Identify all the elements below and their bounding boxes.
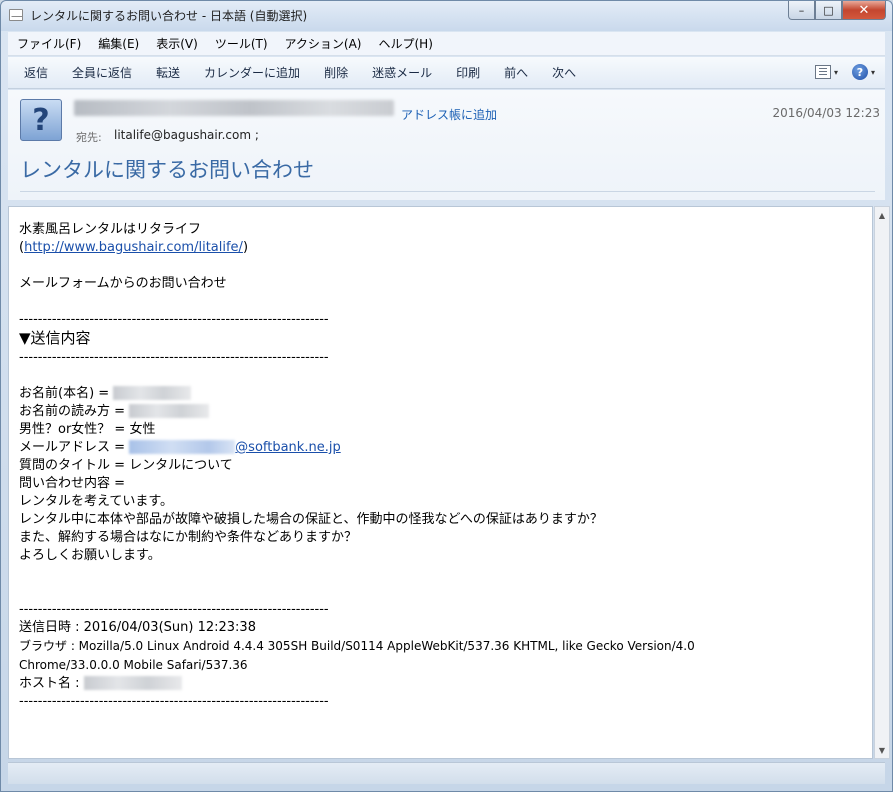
mail-icon: [9, 9, 23, 21]
section-title: ▼送信内容: [19, 329, 91, 347]
scroll-down-icon[interactable]: ▼: [875, 742, 889, 758]
name-redacted: [113, 386, 192, 400]
forward-button[interactable]: 転送: [144, 64, 192, 81]
chevron-down-icon: ▾: [870, 67, 875, 77]
site-link[interactable]: http://www.bagushair.com/litalife/: [24, 240, 243, 255]
title-bar[interactable]: レンタルに関するお問い合わせ - 日本語 (自動選択) – □ ✕: [1, 1, 892, 31]
email-label: メールアドレス =: [19, 440, 130, 455]
toolbar: 返信 全員に返信 転送 カレンダーに追加 削除 迷惑メール 印刷 前へ 次へ ▾…: [8, 57, 885, 89]
inquiry-line-1: レンタルを考えています。: [19, 494, 174, 509]
menu-file[interactable]: ファイル(F): [8, 35, 89, 52]
previous-button[interactable]: 前へ: [492, 64, 540, 81]
print-button[interactable]: 印刷: [444, 64, 492, 81]
scroll-up-icon[interactable]: ▲: [875, 207, 889, 223]
menu-bar: ファイル(F) 編集(E) 表示(V) ツール(T) アクション(A) ヘルプ(…: [8, 32, 885, 56]
email-redacted: [129, 440, 236, 454]
form-line: メールフォームからのお問い合わせ: [19, 276, 227, 291]
message-subject: レンタルに関するお問い合わせ: [20, 158, 314, 182]
message-body-text: 水素風呂レンタルはリタライフ (http://www.bagushair.com…: [19, 222, 695, 709]
browser-line-2: Chrome/33.0.0.0 Mobile Safari/537.36: [19, 658, 248, 672]
print-icon: [814, 65, 831, 79]
help-button[interactable]: ? ▾: [851, 64, 875, 80]
delete-button[interactable]: 削除: [312, 64, 360, 81]
menu-tools[interactable]: ツール(T): [206, 35, 276, 52]
minimize-button[interactable]: –: [788, 1, 815, 20]
header-divider: [20, 191, 875, 192]
menu-edit[interactable]: 編集(E): [89, 35, 147, 52]
window-title: レンタルに関するお問い合わせ - 日本語 (自動選択): [30, 9, 308, 23]
status-bar: [8, 762, 885, 784]
help-icon: ?: [851, 64, 868, 80]
close-button[interactable]: ✕: [842, 1, 886, 20]
add-to-contacts-link[interactable]: アドレス帳に追加: [401, 106, 497, 123]
window-controls: – □ ✕: [788, 1, 886, 21]
inquiry-line-3: また、解約する場合はなにか制約や条件などありますか？: [19, 530, 358, 545]
gender-line: 男性？or女性？ = 女性: [19, 422, 156, 437]
to-label: 宛先:: [76, 131, 102, 144]
add-to-calendar-button[interactable]: カレンダーに追加: [192, 64, 312, 81]
reply-all-button[interactable]: 全員に返信: [60, 64, 144, 81]
menu-actions[interactable]: アクション(A): [276, 35, 370, 52]
reply-button[interactable]: 返信: [8, 64, 60, 81]
question-title: 質問のタイトル = レンタルについて: [19, 458, 233, 473]
mail-window: レンタルに関するお問い合わせ - 日本語 (自動選択) – □ ✕ ファイル(F…: [0, 0, 893, 792]
intro-line: 水素風呂レンタルはリタライフ: [19, 222, 202, 237]
menu-view[interactable]: 表示(V): [147, 35, 206, 52]
junk-button[interactable]: 迷惑メール: [360, 64, 444, 81]
separator: ----------------------------------------…: [19, 312, 329, 327]
reading-redacted: [129, 404, 210, 418]
inquiry-line-2: レンタル中に本体や部品が故障や破損した場合の保証と、作動中の怪我などへの保証はあ…: [19, 512, 603, 527]
print-options-button[interactable]: ▾: [814, 65, 838, 79]
message-date: 2016/04/03 12:23: [772, 106, 880, 120]
host-label: ホスト名 :: [19, 676, 84, 691]
vertical-scrollbar[interactable]: ▲ ▼: [874, 206, 890, 759]
message-header: ? アドレス帳に追加 2016/04/03 12:23 宛先: litalife…: [8, 90, 885, 200]
inquiry-label: 問い合わせ内容 =: [19, 476, 126, 491]
browser-line-1: ブラウザ : Mozilla/5.0 Linux Android 4.4.4 3…: [19, 639, 695, 653]
name-label: お名前(本名) =: [19, 386, 114, 401]
maximize-button[interactable]: □: [815, 1, 842, 20]
sent-date: 送信日時 : 2016/04/03(Sun) 12:23:38: [19, 620, 256, 635]
inquiry-line-4: よろしくお願いします。: [19, 548, 161, 563]
separator: ----------------------------------------…: [19, 602, 329, 617]
next-button[interactable]: 次へ: [540, 64, 588, 81]
separator: ----------------------------------------…: [19, 350, 329, 365]
message-body[interactable]: 水素風呂レンタルはリタライフ (http://www.bagushair.com…: [8, 206, 873, 759]
chevron-down-icon: ▾: [833, 67, 838, 77]
toolbar-right: ▾ ? ▾: [814, 64, 875, 80]
email-link[interactable]: @softbank.ne.jp: [129, 440, 341, 455]
reading-label: お名前の読み方 =: [19, 404, 130, 419]
menu-help[interactable]: ヘルプ(H): [370, 35, 441, 52]
separator: ----------------------------------------…: [19, 694, 329, 709]
to-recipient[interactable]: litalife@bagushair.com ;: [114, 128, 259, 142]
sender-avatar: ?: [20, 99, 62, 141]
host-redacted: [83, 676, 182, 690]
sender-address-redacted: [74, 100, 394, 116]
